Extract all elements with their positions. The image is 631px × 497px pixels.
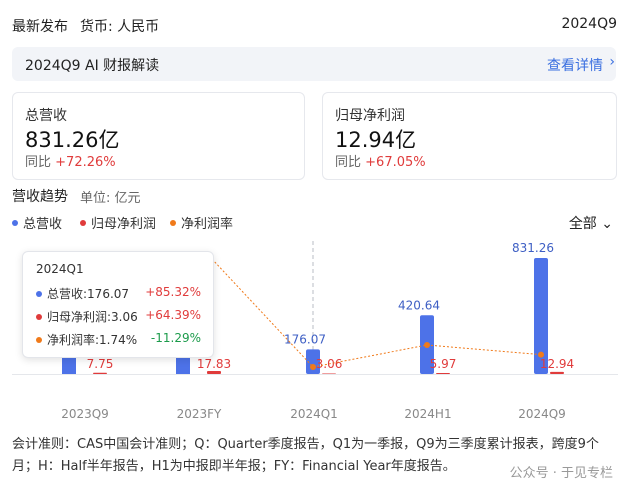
- legend-label: 总营收: [23, 217, 63, 232]
- margin-line: [211, 258, 542, 368]
- period-label: 2024Q9: [561, 16, 617, 32]
- yoy-label: 同比: [335, 155, 362, 170]
- dropdown-value: 全部: [568, 216, 597, 232]
- x-tick-label: 2024Q1: [290, 407, 338, 421]
- profit-bar: [550, 371, 564, 374]
- legend-dot: [36, 336, 42, 343]
- yoy-value: +67.05%: [365, 155, 426, 170]
- profit-bar: [436, 372, 450, 374]
- tooltip-row: 净利润率:1.74%: [36, 331, 137, 348]
- view-details-link[interactable]: 查看详情: [547, 55, 603, 75]
- profit-data-label: 12.94: [540, 357, 574, 371]
- profit-data-label: 5.97: [430, 357, 457, 371]
- profit-card: 归母净利润 12.94亿 同比 +67.05%: [322, 92, 617, 180]
- card-label: 总营收: [25, 108, 67, 124]
- legend-margin[interactable]: 净利润率: [170, 213, 233, 232]
- section-title: 最新发布: [12, 19, 68, 35]
- yoy-label: 同比: [25, 155, 52, 170]
- revenue-card: 总营收 831.26亿 同比 +72.26%: [12, 92, 305, 180]
- trend-title: 营收趋势: [12, 189, 68, 205]
- x-tick-label: 2024Q9: [518, 407, 566, 421]
- card-label: 归母净利润: [335, 108, 405, 124]
- x-tick-label: 2024H1: [404, 407, 451, 421]
- chart-tooltip: 2024Q1 总营收:176.07 +85.32% 归母净利润:3.06 +64…: [22, 251, 214, 358]
- margin-point: [310, 364, 316, 370]
- card-yoy: 同比 +67.05%: [335, 151, 426, 170]
- tooltip-pct: -11.29%: [150, 331, 201, 345]
- legend-dot: [36, 290, 42, 297]
- tooltip-pct: +85.32%: [145, 285, 201, 299]
- profit-data-label: 7.75: [87, 357, 114, 371]
- revenue-data-label: 420.64: [398, 298, 440, 312]
- watermark: 公众号 · 于见专栏: [509, 466, 613, 481]
- x-tick-label: 2023Q9: [61, 407, 109, 421]
- yoy-value: +72.26%: [55, 155, 116, 170]
- profit-data-label: 17.83: [197, 357, 231, 371]
- legend-dot: [12, 219, 18, 226]
- tooltip-row: 总营收:176.07: [36, 285, 129, 302]
- margin-point: [538, 351, 544, 358]
- tooltip-label: 总营收:176.07: [47, 287, 130, 301]
- profit-bar: [322, 373, 336, 374]
- card-yoy: 同比 +72.26%: [25, 151, 116, 170]
- tooltip-label: 净利润率:1.74%: [47, 333, 138, 347]
- tooltip-period: 2024Q1: [36, 262, 84, 276]
- trend-unit: 单位: 亿元: [80, 191, 141, 206]
- legend-dot: [36, 313, 42, 320]
- ai-summary-title: 2024Q9 AI 财报解读: [25, 58, 160, 74]
- profit-bar: [93, 372, 107, 374]
- legend-dot: [170, 219, 176, 226]
- legend-label: 净利润率: [181, 217, 234, 232]
- legend-revenue[interactable]: 总营收: [12, 213, 62, 232]
- chevron-right-icon[interactable]: ›: [609, 54, 615, 70]
- x-tick-label: 2023FY: [177, 407, 222, 421]
- range-dropdown[interactable]: 全部 ⌄: [569, 213, 613, 233]
- tooltip-label: 归母净利润:3.06: [47, 310, 138, 324]
- tooltip-pct: +64.39%: [145, 308, 201, 322]
- chevron-down-icon: ⌄: [601, 216, 613, 232]
- card-value: 831.26亿: [25, 128, 120, 152]
- legend-dot: [80, 219, 86, 226]
- margin-point: [424, 342, 430, 348]
- tooltip-row: 归母净利润:3.06: [36, 308, 138, 325]
- legend-profit[interactable]: 归母净利润: [80, 213, 156, 232]
- currency-label: 货币: 人民币: [80, 19, 160, 35]
- profit-bar: [207, 371, 221, 374]
- revenue-data-label: 831.26: [512, 241, 554, 255]
- legend-label: 归母净利润: [91, 217, 157, 232]
- card-value: 12.94亿: [335, 128, 417, 152]
- revenue-data-label: 176.07: [284, 332, 326, 346]
